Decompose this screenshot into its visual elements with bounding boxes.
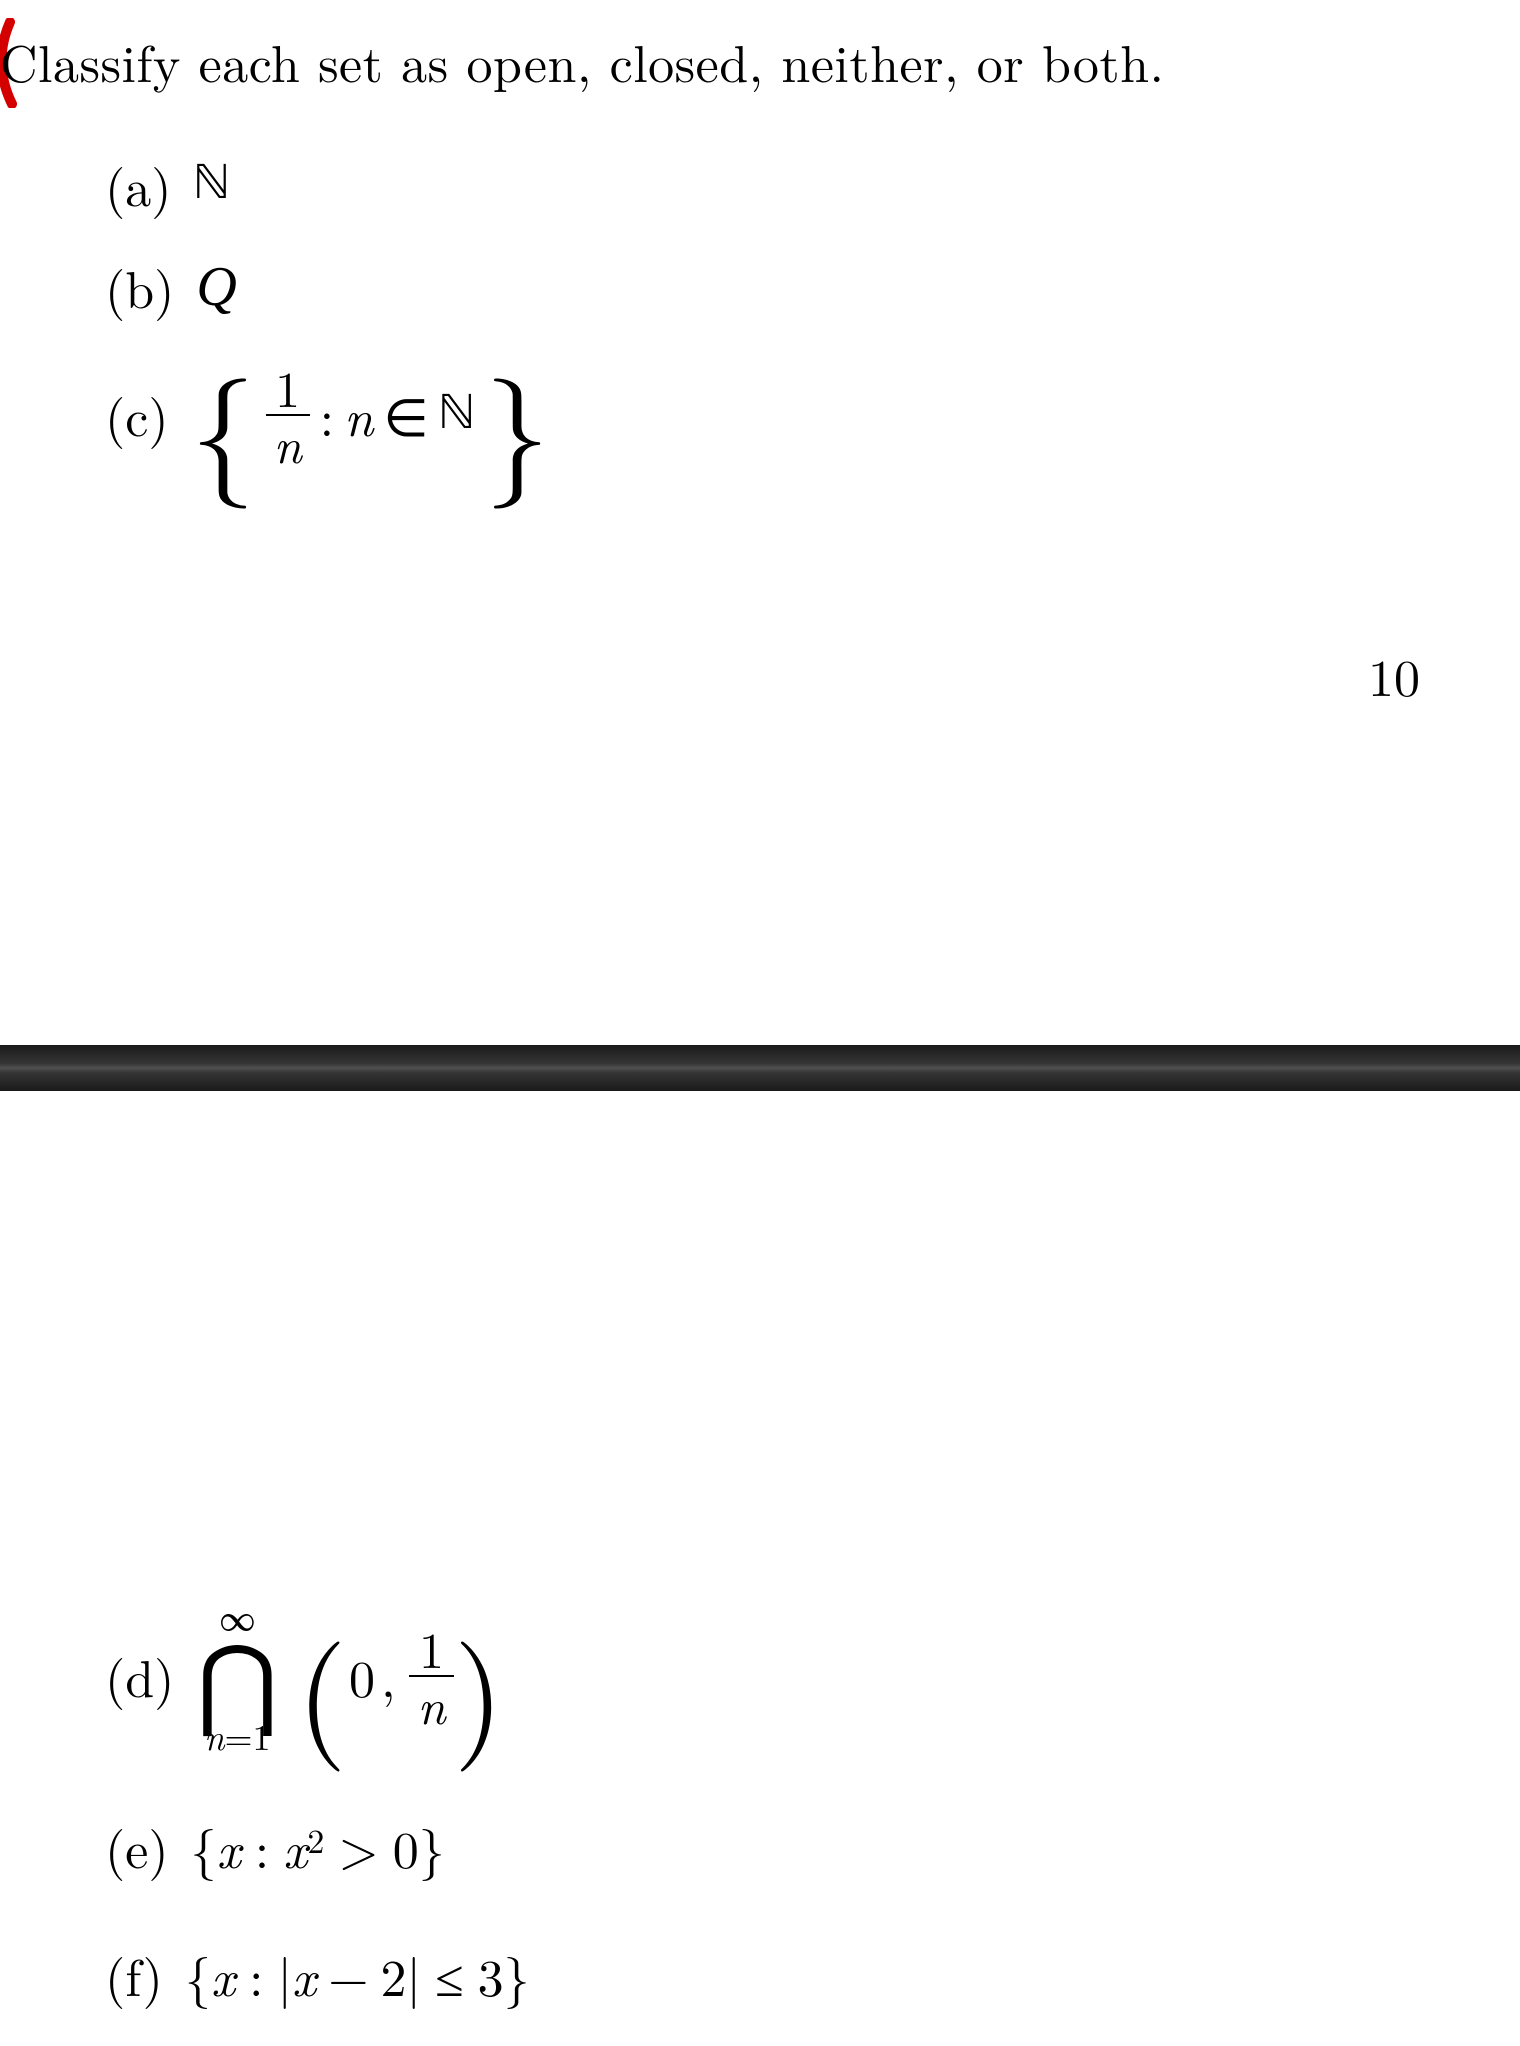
item-e: (e) { x : x2 > 0 } — [105, 1810, 445, 1884]
item-b: (b) Q — [105, 250, 237, 324]
item-b-label: (b) — [105, 250, 174, 324]
greater-than: > — [338, 1810, 378, 1884]
element-of: ∈ — [383, 378, 428, 452]
abs-bar-right: | — [407, 1938, 421, 2012]
three: 3 — [478, 1938, 504, 2012]
x-squared-base: x — [283, 1810, 307, 1884]
zero: 0 — [393, 1810, 419, 1884]
less-equal: ≤ — [435, 1938, 464, 2012]
item-d-expression: ∞ ⋂ n=1 ( 0, 1 n ) — [196, 1598, 504, 1754]
variable-n: n — [344, 378, 373, 452]
variable-x: x — [217, 1810, 241, 1884]
item-a-set: ℕ — [193, 153, 229, 218]
item-f-set: { x : | x − 2 | ≤ 3 } — [185, 1938, 530, 2012]
item-e-label: (e) — [105, 1810, 169, 1884]
fraction-1-over-n: 1 n — [266, 360, 310, 470]
variable-x: x — [211, 1938, 235, 2012]
left-brace: { — [191, 376, 256, 467]
right-brace: } — [419, 1810, 445, 1884]
left-paren: ( — [296, 1639, 347, 1730]
item-c-set: { 1 n : n ∈ ℕ } — [191, 360, 550, 470]
item-d: (d) ∞ ⋂ n=1 ( 0, 1 n ) — [105, 1598, 504, 1754]
abs-bar-left: | — [277, 1938, 291, 2012]
colon: : — [249, 1938, 263, 2012]
comma: , — [381, 1639, 395, 1713]
item-b-set: Q — [196, 255, 236, 319]
page-number: 10 — [1368, 638, 1420, 712]
instruction-text: Classify each set as open, closed, neith… — [0, 24, 1164, 98]
section-divider — [0, 1045, 1520, 1091]
x-squared-exp: 2 — [307, 1815, 324, 1863]
item-d-label: (d) — [105, 1639, 174, 1713]
minus: − — [328, 1938, 368, 2012]
left-brace: { — [191, 1810, 217, 1884]
colon: : — [320, 378, 334, 452]
left-brace: { — [185, 1938, 211, 2012]
item-a-label: (a) — [105, 148, 171, 222]
item-a: (a) ℕ — [105, 148, 229, 222]
natural-numbers: ℕ — [439, 383, 475, 448]
right-brace: } — [485, 376, 550, 467]
item-c: (c) { 1 n : n ∈ ℕ } — [105, 360, 550, 470]
zero: 0 — [349, 1639, 375, 1713]
right-brace: } — [504, 1938, 530, 2012]
right-paren: ) — [454, 1639, 505, 1730]
fraction-1-over-n: 1 n — [409, 1621, 453, 1731]
variable-x-inner: x — [292, 1938, 316, 2012]
item-e-set: { x : x2 > 0 } — [191, 1810, 445, 1884]
colon: : — [255, 1810, 269, 1884]
item-f: (f) { x : | x − 2 | ≤ 3 } — [105, 1938, 530, 2012]
item-f-label: (f) — [105, 1938, 163, 2012]
two: 2 — [381, 1938, 407, 2012]
intersection-operator: ∞ ⋂ n=1 — [196, 1598, 278, 1754]
item-c-label: (c) — [105, 378, 169, 452]
